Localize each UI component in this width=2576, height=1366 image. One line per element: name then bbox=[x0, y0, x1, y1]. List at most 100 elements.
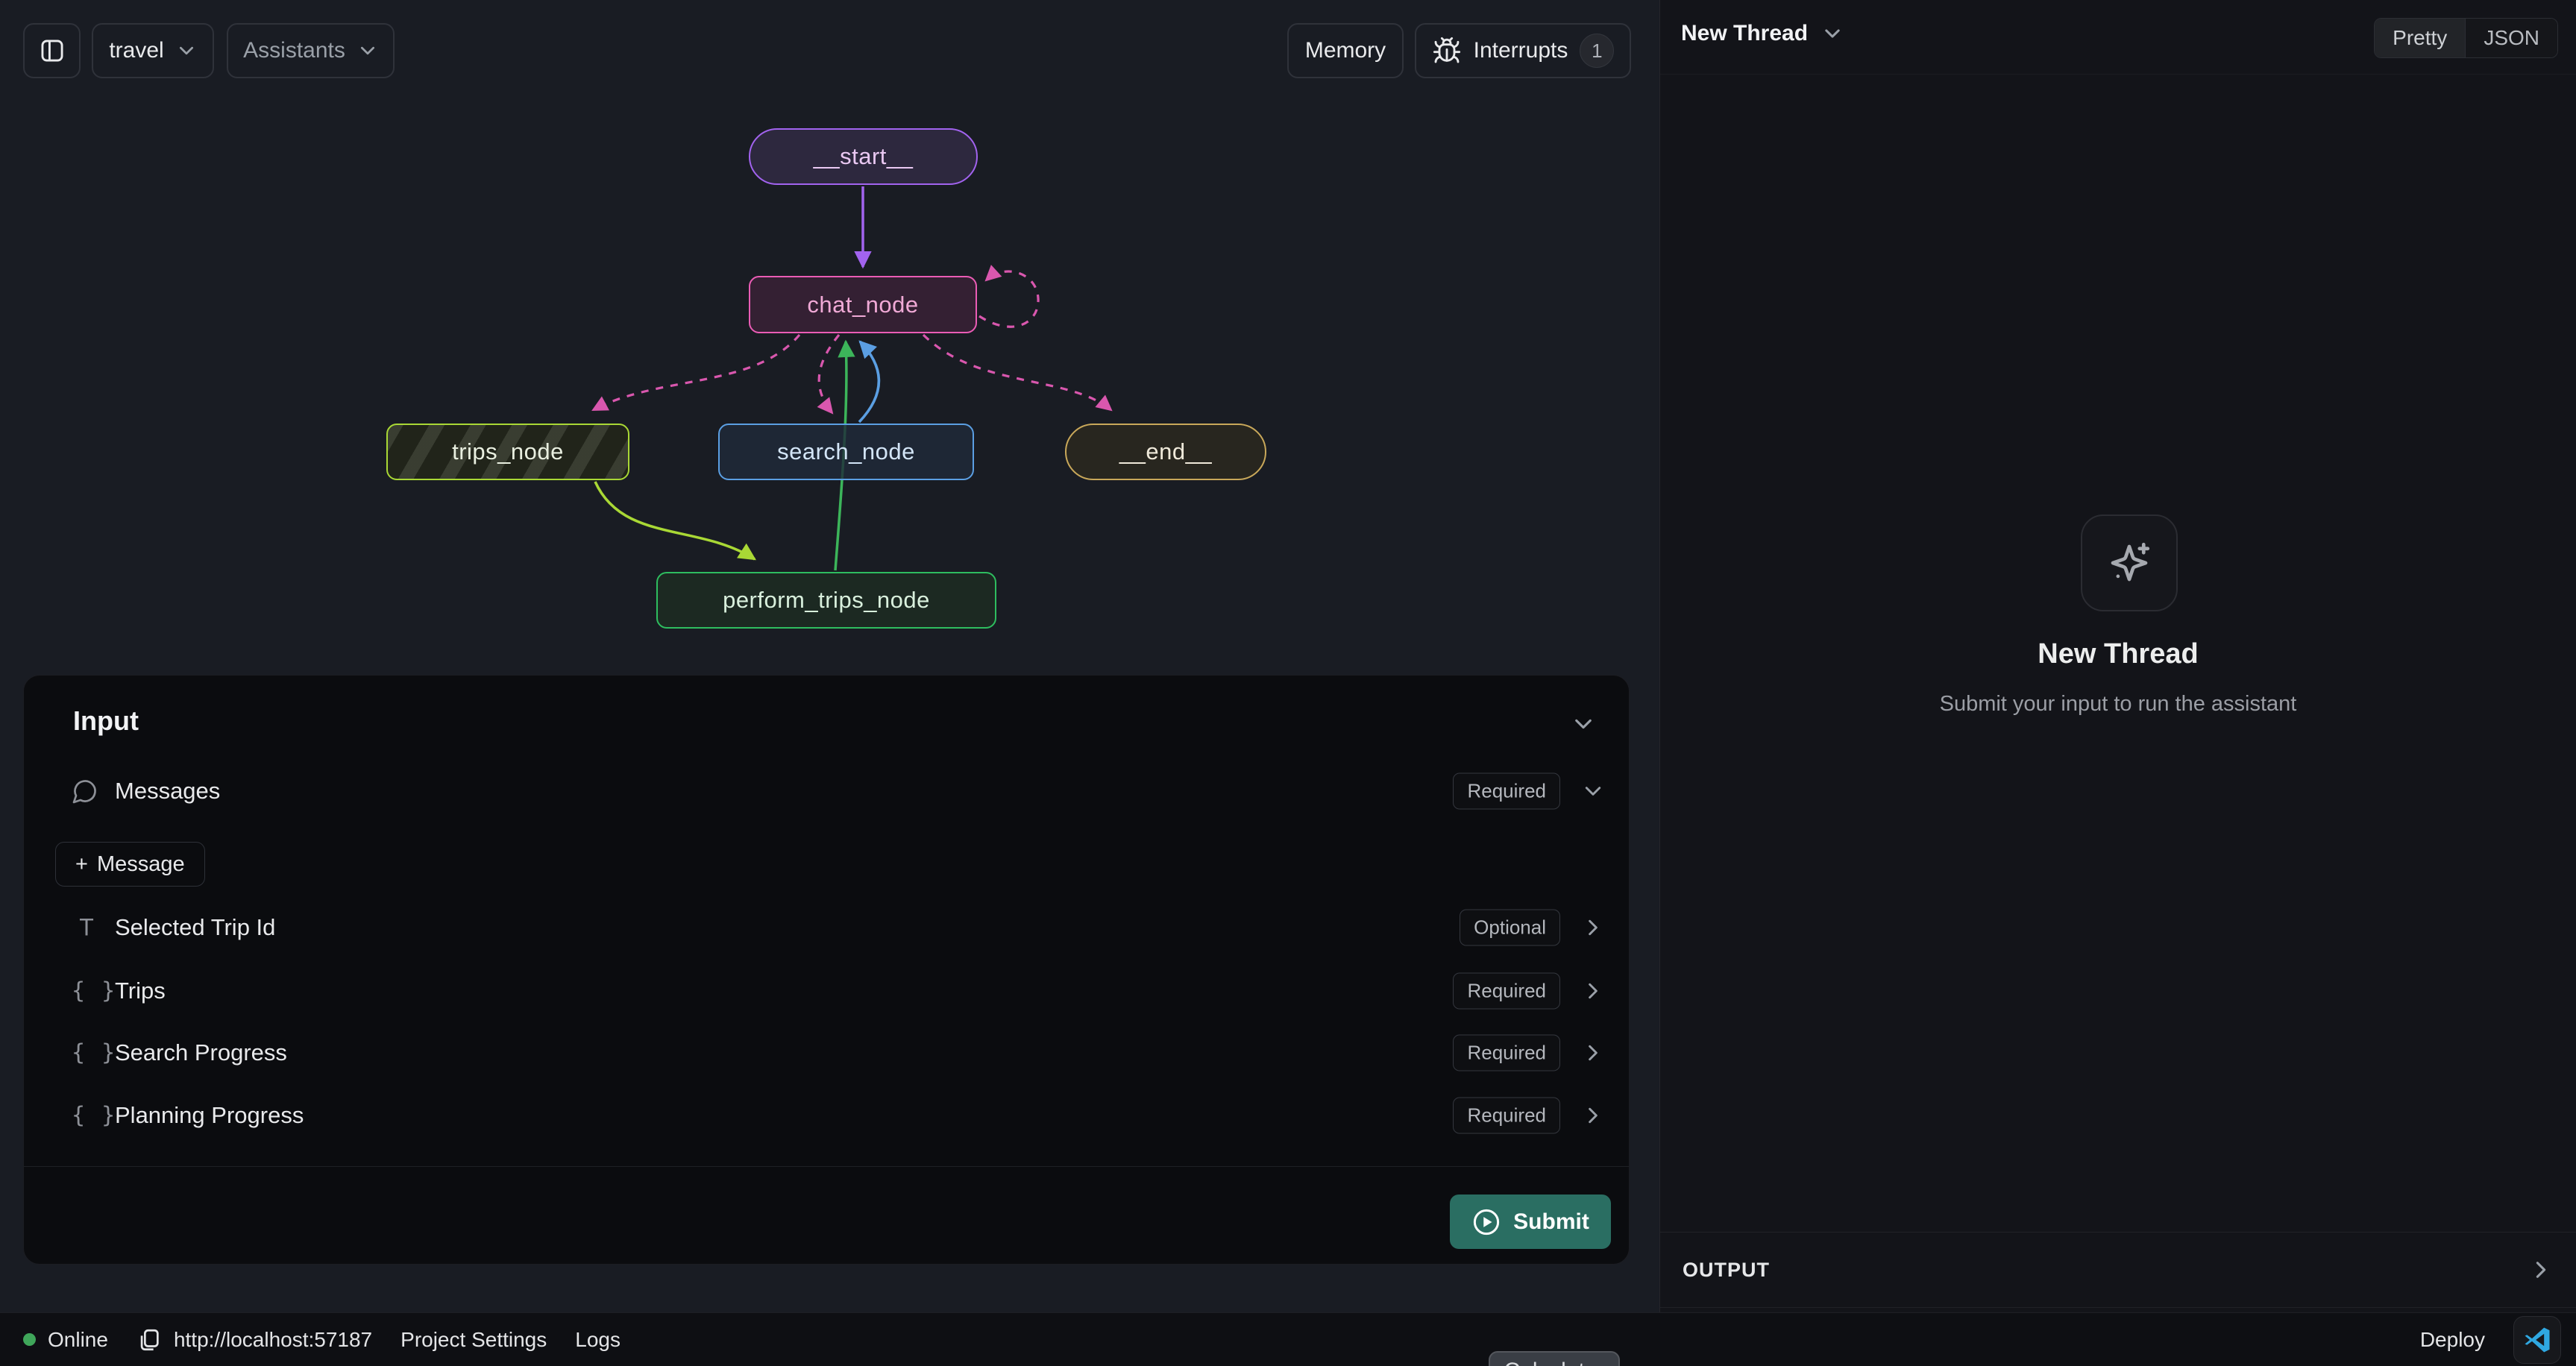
view-mode-json[interactable]: JSON bbox=[2465, 19, 2557, 57]
assistants-dropdown[interactable]: Assistants bbox=[227, 23, 395, 78]
thread-header: New Thread Pretty JSON bbox=[1660, 0, 2576, 75]
empty-state-title: New Thread bbox=[1660, 638, 2576, 670]
server-url-text: http://localhost:57187 bbox=[174, 1328, 372, 1352]
output-section-toggle[interactable]: OUTPUT bbox=[1660, 1232, 2576, 1308]
interrupts-button[interactable]: Interrupts 1 bbox=[1415, 23, 1631, 78]
node-label: __end__ bbox=[1119, 438, 1212, 465]
graph-node-chat[interactable]: chat_node bbox=[749, 276, 977, 333]
empty-state-subtitle: Submit your input to run the assistant bbox=[1660, 692, 2576, 717]
memory-button[interactable]: Memory bbox=[1287, 23, 1404, 78]
project-settings-label: Project Settings bbox=[400, 1328, 547, 1352]
online-label: Online bbox=[48, 1328, 108, 1352]
graph-node-perform-trips[interactable]: perform_trips_node bbox=[656, 572, 996, 629]
expand-chevron[interactable] bbox=[1581, 916, 1605, 939]
submit-label: Submit bbox=[1513, 1209, 1589, 1235]
interrupts-label: Interrupts bbox=[1474, 38, 1568, 63]
expand-chevron[interactable] bbox=[1581, 979, 1605, 1003]
add-message-button[interactable]: + Message bbox=[55, 842, 205, 887]
server-url[interactable]: http://localhost:57187 bbox=[136, 1327, 372, 1353]
graph-node-end[interactable]: __end__ bbox=[1065, 424, 1266, 480]
graph-panel: travel Assistants Memory Interrupts 1 bbox=[0, 0, 1659, 1312]
logs-label: Logs bbox=[575, 1328, 621, 1352]
field-label: Trips bbox=[115, 978, 166, 1004]
input-card: Input Messages Required + Message bbox=[23, 675, 1630, 1265]
interrupts-count-badge: 1 bbox=[1580, 34, 1614, 68]
node-label: __start__ bbox=[814, 143, 914, 170]
optional-badge: Optional bbox=[1460, 910, 1560, 946]
braces-icon: { } bbox=[72, 1103, 101, 1129]
play-circle-icon bbox=[1471, 1207, 1501, 1237]
graph-select-label: travel bbox=[109, 38, 163, 63]
thread-selector-dropdown[interactable]: New Thread bbox=[1681, 21, 1844, 46]
chevron-right-icon bbox=[1581, 1104, 1605, 1127]
view-mode-toggle: Pretty JSON bbox=[2374, 18, 2558, 58]
logs-link[interactable]: Logs bbox=[575, 1328, 621, 1352]
thread-selector-label: New Thread bbox=[1681, 21, 1808, 46]
langgraph-studio-app: travel Assistants Memory Interrupts 1 bbox=[0, 0, 2576, 1366]
input-collapse-toggle[interactable] bbox=[1571, 711, 1596, 737]
deploy-link[interactable]: Deploy bbox=[2420, 1328, 2485, 1352]
status-bar: Online http://localhost:57187 Project Se… bbox=[0, 1312, 2576, 1366]
empty-state-icon-card bbox=[2081, 514, 2178, 611]
node-label: search_node bbox=[777, 438, 915, 465]
field-label: Planning Progress bbox=[115, 1102, 304, 1129]
graph-node-trips[interactable]: trips_node bbox=[386, 424, 629, 480]
memory-label: Memory bbox=[1305, 38, 1386, 63]
graph-node-start[interactable]: __start__ bbox=[749, 128, 978, 185]
required-badge: Required bbox=[1453, 1035, 1560, 1071]
deploy-label: Deploy bbox=[2420, 1328, 2485, 1352]
expand-chevron[interactable] bbox=[1581, 1104, 1605, 1127]
thread-panel: New Thread Pretty JSON New Thread Submit… bbox=[1659, 0, 2576, 1312]
field-row-planning-progress[interactable]: { } Planning Progress Required bbox=[24, 1094, 1629, 1137]
chevron-right-icon bbox=[1581, 979, 1605, 1003]
chevron-down-icon bbox=[1581, 779, 1605, 803]
input-footer-divider bbox=[24, 1166, 1629, 1167]
chat-bubble-icon bbox=[72, 778, 101, 805]
vscode-icon bbox=[2521, 1323, 2554, 1356]
graph-select-dropdown[interactable]: travel bbox=[92, 23, 214, 78]
chevron-right-icon bbox=[1581, 916, 1605, 939]
chevron-down-icon bbox=[357, 40, 378, 61]
chevron-right-icon bbox=[2528, 1257, 2554, 1282]
sparkles-icon bbox=[2105, 538, 2154, 588]
calculator-tooltip: Calculator bbox=[1489, 1351, 1620, 1366]
sidebar-toggle-button[interactable] bbox=[23, 23, 81, 78]
chevron-down-icon bbox=[176, 40, 197, 61]
field-row-selected-trip-id[interactable]: T Selected Trip Id Optional bbox=[24, 906, 1629, 949]
add-message-label: Message bbox=[97, 852, 185, 877]
field-label: Selected Trip Id bbox=[115, 914, 275, 941]
field-row-trips[interactable]: { } Trips Required bbox=[24, 969, 1629, 1013]
online-status: Online bbox=[23, 1328, 108, 1352]
open-in-vscode-button[interactable] bbox=[2513, 1316, 2561, 1364]
chevron-right-icon bbox=[1581, 1041, 1605, 1065]
input-panel-title: Input bbox=[73, 705, 139, 737]
node-label: trips_node bbox=[452, 438, 564, 465]
calculator-tooltip-label: Calculator bbox=[1504, 1359, 1604, 1366]
output-label: OUTPUT bbox=[1683, 1259, 1770, 1282]
panel-left-icon bbox=[38, 37, 66, 65]
field-label: Search Progress bbox=[115, 1039, 287, 1066]
field-label: Messages bbox=[115, 778, 220, 805]
online-dot-icon bbox=[23, 1333, 36, 1346]
copy-icon bbox=[136, 1327, 162, 1353]
required-badge: Required bbox=[1453, 1098, 1560, 1134]
node-label: chat_node bbox=[807, 292, 918, 318]
plus-icon: + bbox=[75, 852, 88, 877]
required-badge: Required bbox=[1453, 973, 1560, 1010]
chevron-down-icon bbox=[1571, 711, 1596, 737]
field-row-search-progress[interactable]: { } Search Progress Required bbox=[24, 1031, 1629, 1074]
braces-icon: { } bbox=[72, 978, 101, 1004]
messages-expand-toggle[interactable] bbox=[1581, 779, 1605, 803]
text-type-icon: T bbox=[72, 914, 101, 942]
required-badge: Required bbox=[1453, 773, 1560, 810]
expand-chevron[interactable] bbox=[1581, 1041, 1605, 1065]
chevron-down-icon bbox=[1821, 22, 1844, 45]
submit-button[interactable]: Submit bbox=[1450, 1195, 1611, 1249]
field-row-messages[interactable]: Messages Required bbox=[24, 769, 1629, 813]
node-label: perform_trips_node bbox=[723, 587, 930, 614]
assistants-label: Assistants bbox=[243, 38, 345, 63]
bug-icon bbox=[1432, 36, 1462, 66]
view-mode-pretty[interactable]: Pretty bbox=[2375, 19, 2465, 57]
project-settings-link[interactable]: Project Settings bbox=[400, 1328, 547, 1352]
graph-node-search[interactable]: search_node bbox=[718, 424, 974, 480]
